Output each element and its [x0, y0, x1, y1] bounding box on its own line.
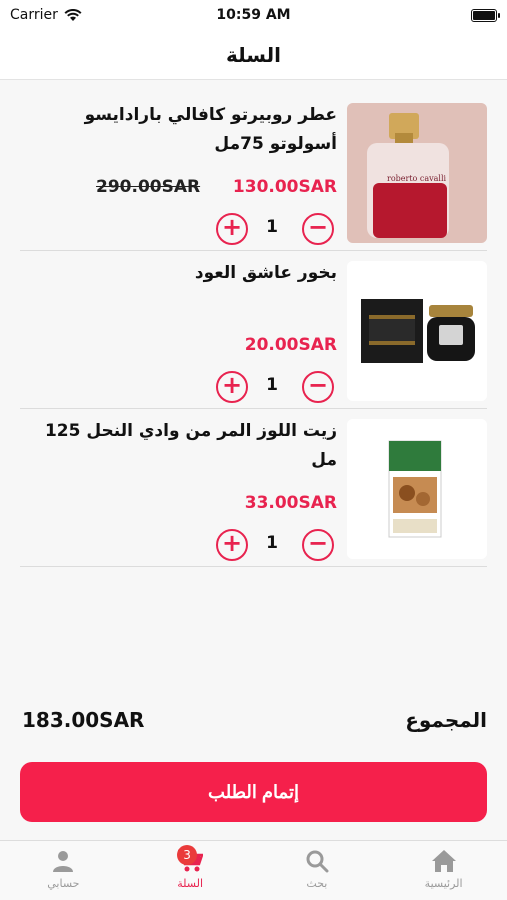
tab-cart[interactable]: 3 السلة: [127, 845, 253, 890]
home-icon: [431, 850, 456, 872]
decrease-quantity-button[interactable]: −: [302, 371, 334, 403]
status-left: Carrier: [10, 7, 82, 23]
quantity-value: 1: [266, 533, 278, 553]
item-name[interactable]: عطر روبيرتو كافالي بارادايسو أسولوتو 75م…: [27, 101, 337, 159]
person-icon: [53, 851, 74, 872]
increase-quantity-button[interactable]: +: [216, 213, 248, 245]
cart-item[interactable]: بخور عاشق العود 20.00SAR − 1 +: [20, 251, 487, 409]
decrease-quantity-button[interactable]: −: [302, 213, 334, 245]
svg-text:roberto cavalli: roberto cavalli: [387, 174, 447, 183]
almond-oil-box-image[interactable]: [347, 419, 487, 559]
cart-item[interactable]: زيت اللوز المر من وادي النحل 125 مل 33.0…: [20, 409, 487, 567]
incense-box-image[interactable]: [347, 261, 487, 401]
tab-account[interactable]: حسابي: [0, 849, 126, 890]
page-title: السلة: [225, 42, 281, 67]
battery-icon: [471, 8, 500, 22]
item-name[interactable]: بخور عاشق العود: [27, 259, 337, 288]
tab-search[interactable]: بحث: [254, 849, 380, 890]
tab-label: بحث: [306, 877, 328, 890]
cart-item[interactable]: roberto cavalli عطر روبيرتو كافالي باراد…: [20, 93, 487, 251]
perfume-bottle-image[interactable]: roberto cavalli: [347, 103, 487, 243]
wifi-icon: [64, 8, 82, 21]
status-bar: Carrier 10:59 AM: [0, 0, 507, 30]
total-row: 183.00SAR المجموع: [22, 705, 487, 735]
tab-home[interactable]: الرئيسية: [381, 849, 507, 890]
item-price: 20.00SAR: [244, 335, 337, 355]
quantity-value: 1: [266, 217, 278, 237]
item-old-price: 290.00SAR: [96, 177, 201, 197]
increase-quantity-button[interactable]: +: [216, 529, 248, 561]
cart-count-badge: 3: [177, 845, 198, 865]
item-price: 130.00SAR: [232, 177, 337, 197]
cart-list: roberto cavalli عطر روبيرتو كافالي باراد…: [20, 93, 487, 567]
checkout-button[interactable]: إتمام الطلب: [20, 762, 487, 822]
tab-label: حسابي: [47, 877, 80, 890]
tab-label: السلة: [177, 877, 203, 890]
quantity-value: 1: [266, 375, 278, 395]
search-icon: [306, 850, 329, 873]
navigation-header: السلة: [0, 30, 507, 80]
item-name[interactable]: زيت اللوز المر من وادي النحل 125 مل: [27, 417, 337, 475]
decrease-quantity-button[interactable]: −: [302, 529, 334, 561]
tab-bar: حسابي 3 السلة بحث الرئيسية: [0, 840, 507, 900]
total-value: 183.00SAR: [22, 708, 145, 732]
carrier-label: Carrier: [10, 7, 58, 23]
total-label: المجموع: [405, 708, 487, 732]
item-price: 33.00SAR: [244, 493, 337, 513]
tab-label: الرئيسية: [424, 877, 463, 890]
increase-quantity-button[interactable]: +: [216, 371, 248, 403]
